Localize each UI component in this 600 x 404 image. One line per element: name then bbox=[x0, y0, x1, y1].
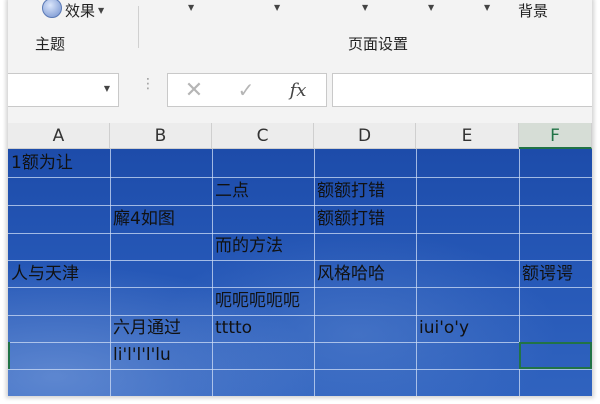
chevron-down-icon[interactable]: ▼ bbox=[104, 84, 110, 93]
group-label-page-setup: 页面设置 bbox=[348, 35, 409, 53]
active-cell-f8[interactable] bbox=[519, 342, 592, 369]
column-header-e[interactable]: E bbox=[416, 123, 519, 149]
cell-d3[interactable]: 额额打错 bbox=[314, 206, 385, 233]
formula-bar-resize-handle[interactable]: ⋮ bbox=[141, 76, 155, 92]
column-header-b[interactable]: B bbox=[110, 123, 212, 149]
worksheet: A B C D E F 1额为让 二点 额额打错 廨4如图 额额打错 而的方法 … bbox=[8, 118, 592, 396]
column-header-a[interactable]: A bbox=[8, 123, 110, 149]
excel-window: 效果 ▼ ▼ ▼ ▼ ▼ ▼ 背景 主题 页面设置 ▼ ⋮ ✕ ✓ fx A B… bbox=[8, 0, 592, 396]
formula-tools: ✕ ✓ fx bbox=[167, 73, 327, 107]
cell-f5[interactable]: 额谔谔 bbox=[519, 261, 573, 288]
formula-input[interactable] bbox=[332, 73, 592, 107]
gridline bbox=[416, 149, 417, 396]
gridline bbox=[8, 260, 592, 261]
effects-label: 效果 bbox=[65, 2, 96, 20]
cell-c2[interactable]: 二点 bbox=[212, 178, 249, 205]
cell-c4[interactable]: 而的方法 bbox=[212, 233, 283, 260]
cell-b7[interactable]: 六月通过 bbox=[110, 315, 181, 342]
print-area-dropdown[interactable]: ▼ bbox=[428, 3, 434, 12]
size-dropdown[interactable]: ▼ bbox=[362, 3, 368, 12]
gridline bbox=[8, 315, 592, 316]
row-selection-marker bbox=[8, 342, 10, 369]
orientation-dropdown[interactable]: ▼ bbox=[274, 3, 280, 12]
group-label-theme: 主题 bbox=[35, 35, 66, 53]
cell-c6[interactable]: 呃呃呃呃呃 bbox=[212, 288, 300, 315]
column-header-d[interactable]: D bbox=[314, 123, 416, 149]
group-divider bbox=[138, 6, 139, 48]
background-button[interactable]: 背景 bbox=[518, 0, 548, 21]
cell-a1[interactable]: 1额为让 bbox=[8, 150, 73, 177]
cell-b8[interactable]: li'l'l'l'lu bbox=[110, 342, 171, 369]
cell-e7[interactable]: iui'o'y bbox=[416, 315, 469, 342]
margins-dropdown[interactable]: ▼ bbox=[188, 3, 194, 12]
gridline bbox=[8, 177, 592, 178]
effects-button[interactable]: 效果 ▼ bbox=[42, 0, 104, 21]
chevron-down-icon: ▼ bbox=[98, 6, 105, 15]
fx-icon[interactable]: fx bbox=[272, 80, 324, 101]
gridline bbox=[8, 369, 592, 370]
gridline bbox=[8, 233, 592, 234]
formula-bar: ▼ ⋮ ✕ ✓ fx bbox=[8, 62, 592, 118]
breaks-dropdown[interactable]: ▼ bbox=[484, 3, 490, 12]
column-header-c[interactable]: C bbox=[212, 123, 314, 149]
ribbon: 效果 ▼ ▼ ▼ ▼ ▼ ▼ 背景 主题 页面设置 bbox=[8, 0, 592, 63]
column-header-f[interactable]: F bbox=[519, 123, 592, 149]
gridline bbox=[8, 287, 592, 288]
close-x-icon[interactable]: ✕ bbox=[168, 78, 220, 103]
check-icon[interactable]: ✓ bbox=[220, 78, 272, 102]
cell-d5[interactable]: 风格哈哈 bbox=[314, 261, 385, 288]
cell-d2[interactable]: 额额打错 bbox=[314, 178, 385, 205]
gridline bbox=[8, 342, 592, 343]
cell-grid[interactable]: 1额为让 二点 额额打错 廨4如图 额额打错 而的方法 人与天津 风格哈哈 额谔… bbox=[8, 149, 592, 396]
gridline bbox=[8, 205, 592, 206]
cell-a5[interactable]: 人与天津 bbox=[8, 261, 79, 288]
cell-b3[interactable]: 廨4如图 bbox=[110, 206, 175, 233]
theme-effects-icon bbox=[42, 0, 62, 18]
cell-c7[interactable]: tttto bbox=[212, 315, 252, 342]
name-box[interactable]: ▼ bbox=[8, 73, 119, 107]
